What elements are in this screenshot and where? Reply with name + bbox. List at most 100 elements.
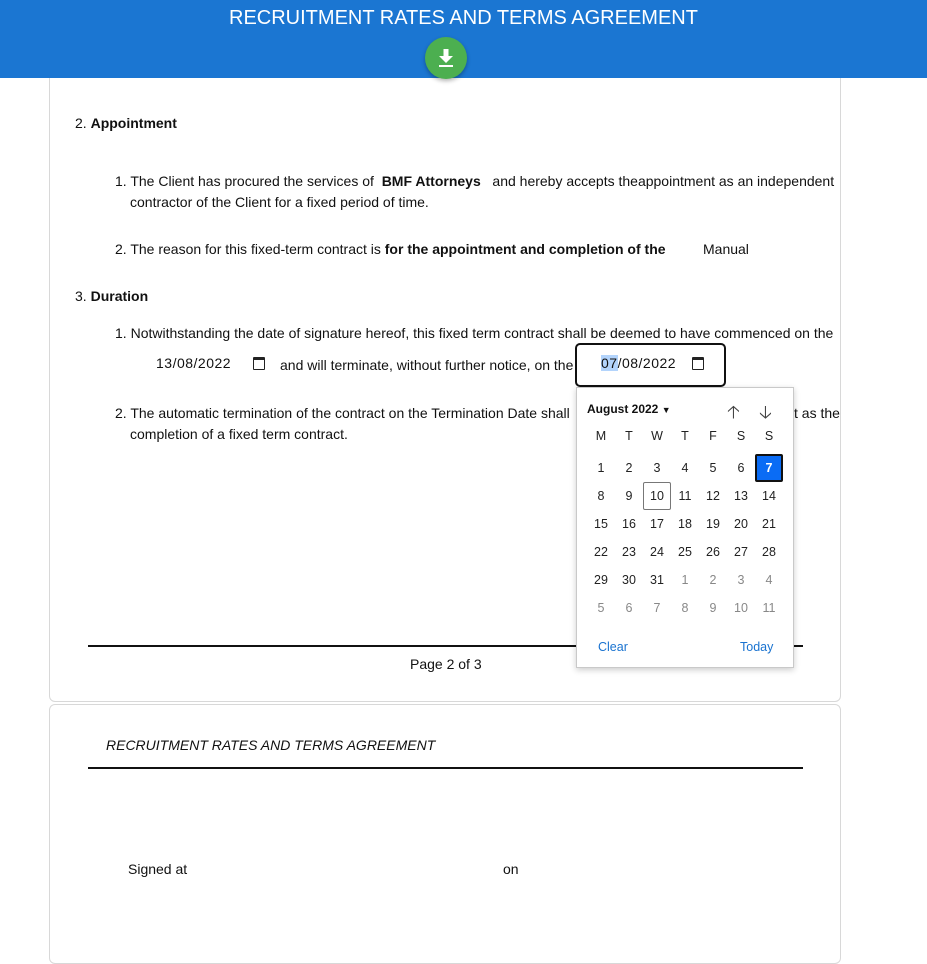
- calendar-grid: M T W T F S S 1 2 3 4 5 6 7 8 9 10 11 12 13 14 15 16 17 18 19 20 21…: [587, 429, 783, 622]
- calendar-day[interactable]: 11: [755, 594, 783, 622]
- section-title: Appointment: [90, 115, 177, 131]
- clause-text: and hereby accepts theappointment as an …: [492, 173, 835, 189]
- signed-at-label: Signed at: [128, 861, 188, 877]
- week-row: 8 9 10 11 12 13 14: [587, 482, 783, 510]
- clause-number: 1.: [115, 325, 127, 341]
- calendar-day[interactable]: 2: [699, 566, 727, 594]
- calendar-day[interactable]: 2: [615, 454, 643, 482]
- end-date-day-segment[interactable]: 07: [601, 355, 618, 371]
- calendar-day[interactable]: 4: [671, 454, 699, 482]
- calendar-day[interactable]: 5: [699, 454, 727, 482]
- calendar-day[interactable]: 6: [615, 594, 643, 622]
- calendar-day[interactable]: 15: [587, 510, 615, 538]
- contract-reason-value[interactable]: Manual: [703, 239, 749, 259]
- duration-clause-1: 1. Notwithstanding the date of signature…: [115, 323, 833, 343]
- today-button[interactable]: Today: [740, 640, 773, 654]
- calendar-day[interactable]: 28: [755, 538, 783, 566]
- calendar-day[interactable]: 18: [671, 510, 699, 538]
- clause-text: The Client has procured the services of: [130, 173, 374, 189]
- calendar-icon[interactable]: [253, 356, 266, 370]
- weekday-header-row: MTWTFSS: [587, 426, 783, 454]
- week-row: 29 30 31 1 2 3 4: [587, 566, 783, 594]
- calendar-day[interactable]: 19: [699, 510, 727, 538]
- calendar-day[interactable]: 9: [615, 482, 643, 510]
- calendar-day[interactable]: 1: [671, 566, 699, 594]
- on-label: on: [503, 861, 519, 877]
- calendar-day[interactable]: 31: [643, 566, 671, 594]
- clause-number: 1.: [115, 173, 127, 189]
- document-title: RECRUITMENT RATES AND TERMS AGREEMENT: [229, 7, 698, 29]
- selected-day[interactable]: 7: [755, 454, 783, 482]
- appointment-clause-1-line-2: contractor of the Client for a fixed per…: [130, 194, 429, 210]
- calendar-day[interactable]: 16: [615, 510, 643, 538]
- start-date-value[interactable]: 13/08/2022: [156, 355, 231, 371]
- calendar-day[interactable]: 4: [755, 566, 783, 594]
- clause-text: Notwithstanding the date of signature he…: [130, 325, 834, 341]
- section-duration-heading: 3. Duration: [75, 286, 148, 306]
- calendar-day[interactable]: 26: [699, 538, 727, 566]
- calendar-day[interactable]: 5: [587, 594, 615, 622]
- clause-text: The automatic termination of the contrac…: [130, 405, 570, 421]
- calendar-icon[interactable]: [692, 356, 705, 370]
- week-row: 5 6 7 8 9 10 11: [587, 594, 783, 622]
- calendar-day[interactable]: 9: [699, 594, 727, 622]
- calendar-day[interactable]: 11: [671, 482, 699, 510]
- party-name: BMF Attorneys: [381, 173, 481, 189]
- today-day[interactable]: 10: [643, 482, 671, 510]
- page-number: Page 2 of 3: [410, 656, 482, 672]
- calendar-day[interactable]: 8: [587, 482, 615, 510]
- calendar-day[interactable]: 30: [615, 566, 643, 594]
- calendar-day[interactable]: 27: [727, 538, 755, 566]
- month-year-label[interactable]: August 2022: [587, 402, 658, 416]
- week-row: 15 16 17 18 19 20 21: [587, 510, 783, 538]
- calendar-day[interactable]: 12: [699, 482, 727, 510]
- start-date-input[interactable]: 13/08/2022: [156, 355, 266, 371]
- calendar-day[interactable]: 6: [727, 454, 755, 482]
- section-appointment-heading: 2. Appointment: [75, 113, 177, 133]
- week-row: 22 23 24 25 26 27 28: [587, 538, 783, 566]
- weekday-label: F: [709, 429, 717, 443]
- calendar-day[interactable]: 20: [727, 510, 755, 538]
- download-icon: [439, 49, 453, 67]
- date-picker-popup: August 2022 ▼ 🡡 🡣 M T W T F S S 1 2 3 4 5 6 7 8 9 10 11 12…: [576, 387, 794, 668]
- calendar-day[interactable]: 7: [643, 594, 671, 622]
- section-number: 3.: [75, 288, 87, 304]
- calendar-day[interactable]: 29: [587, 566, 615, 594]
- month-year-selector[interactable]: August 2022 ▼: [587, 402, 671, 416]
- header-divider: [88, 767, 803, 769]
- weekday-label: T: [625, 429, 633, 443]
- calendar-day[interactable]: 25: [671, 538, 699, 566]
- weekday-label: M: [595, 429, 607, 443]
- clause-text: The reason for this fixed-term contract …: [130, 241, 381, 257]
- clause-number: 2.: [115, 241, 127, 257]
- calendar-day[interactable]: 23: [615, 538, 643, 566]
- calendar-day[interactable]: 3: [727, 566, 755, 594]
- end-date-value[interactable]: 07/08/2022: [601, 355, 676, 371]
- clear-button[interactable]: Clear: [598, 640, 628, 654]
- end-date-rest[interactable]: /08/2022: [618, 355, 677, 371]
- section-number: 2.: [75, 115, 87, 131]
- calendar-day[interactable]: 3: [643, 454, 671, 482]
- calendar-day[interactable]: 13: [727, 482, 755, 510]
- calendar-day[interactable]: 14: [755, 482, 783, 510]
- clause-number: 2.: [115, 405, 127, 421]
- calendar-day[interactable]: 10: [727, 594, 755, 622]
- caret-down-icon[interactable]: ▼: [662, 405, 671, 415]
- duration-clause-2: 2. The automatic termination of the cont…: [115, 403, 570, 423]
- calendar-day[interactable]: 8: [671, 594, 699, 622]
- calendar-day[interactable]: 1: [587, 454, 615, 482]
- calendar-day[interactable]: 24: [643, 538, 671, 566]
- duration-clause-2-line-2: completion of a fixed term contract.: [130, 426, 348, 442]
- calendar-day[interactable]: 22: [587, 538, 615, 566]
- weekday-label: T: [681, 429, 689, 443]
- download-button[interactable]: [425, 37, 467, 79]
- duration-clause-1-middle: and will terminate, without further noti…: [280, 357, 574, 373]
- duration-clause-2-overflow: t as the: [794, 405, 840, 421]
- weekday-label: S: [736, 429, 746, 443]
- weekday-label: S: [764, 429, 774, 443]
- week-row: 1234567: [587, 454, 783, 482]
- calendar-day[interactable]: 17: [643, 510, 671, 538]
- calendar-day[interactable]: 21: [755, 510, 783, 538]
- weekday-label: W: [651, 429, 663, 443]
- end-date-input[interactable]: 07/08/2022: [575, 343, 726, 387]
